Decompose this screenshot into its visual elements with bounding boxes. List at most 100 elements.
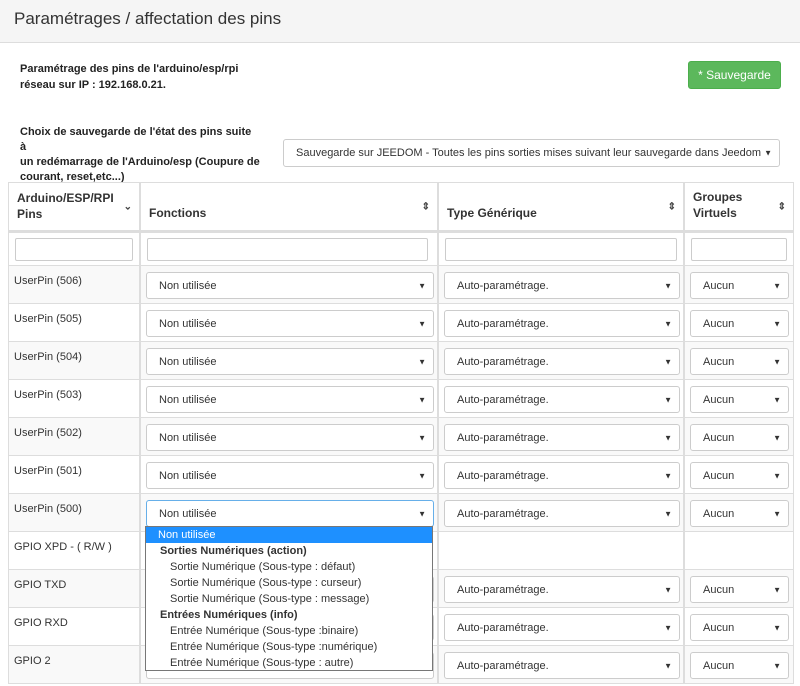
fonction-select[interactable]: Non utilisée ▼	[146, 272, 434, 299]
table-cell: Auto-paramétrage. ▼	[438, 570, 684, 608]
type-select[interactable]: Auto-paramétrage. ▼	[444, 614, 680, 641]
pin-name: UserPin (502)	[14, 427, 82, 439]
col-header-type-label: Type Générique	[447, 206, 537, 220]
col-header-groupes[interactable]: Groupes Virtuels ⇕	[684, 182, 794, 232]
table-cell: Non utilisée ▼	[140, 456, 438, 494]
type-select[interactable]: Auto-paramétrage. ▼	[444, 386, 680, 413]
table-cell: Aucun ▼	[684, 456, 794, 494]
table-cell: UserPin (502)	[8, 418, 140, 456]
chevron-down-icon: ▼	[773, 623, 781, 632]
pin-name: UserPin (504)	[14, 351, 82, 363]
groupe-select[interactable]: Aucun ▼	[690, 462, 789, 489]
col-header-fonctions-label: Fonctions	[149, 206, 207, 220]
chevron-down-icon: ▼	[773, 281, 781, 290]
table-cell: Non utilisée ▼	[140, 266, 438, 304]
table-cell: Auto-paramétrage. ▼	[438, 494, 684, 532]
table-row: UserPin (503) Non utilisée ▼ Auto-paramétra…	[8, 380, 794, 418]
intro-line-1: Paramétrage des pins de l'arduino/esp/rp…	[20, 63, 239, 75]
type-select[interactable]: Auto-paramétrage. ▼	[444, 424, 680, 451]
table-cell: UserPin (500)	[8, 494, 140, 532]
col-header-type[interactable]: Type Générique ⇕	[438, 182, 684, 232]
table-row: UserPin (506) Non utilisée ▼ Auto-paramétra…	[8, 266, 794, 304]
pin-name: GPIO RXD	[14, 617, 68, 629]
col-header-fonctions[interactable]: Fonctions ⇕	[140, 182, 438, 232]
filter-fonctions-input[interactable]	[147, 238, 428, 261]
type-select[interactable]: Auto-paramétrage. ▼	[444, 272, 680, 299]
col-header-pins[interactable]: Arduino/ESP/RPI Pins ⌄	[8, 182, 140, 232]
chevron-down-icon: ▼	[418, 433, 426, 442]
groupe-select[interactable]: Aucun ▼	[690, 614, 789, 641]
chevron-down-icon: ▼	[664, 471, 672, 480]
type-value: Auto-paramétrage.	[457, 469, 549, 482]
chevron-down-icon: ▼	[664, 357, 672, 366]
fonction-select[interactable]: Non utilisée ▼	[146, 424, 434, 451]
groupe-select[interactable]: Aucun ▼	[690, 386, 789, 413]
type-select[interactable]: Auto-paramétrage. ▼	[444, 500, 680, 527]
filter-pins-input[interactable]	[15, 238, 133, 261]
groupe-value: Aucun	[703, 393, 735, 406]
fonction-select[interactable]: Non utilisée ▼	[146, 348, 434, 375]
table-cell: GPIO 2	[8, 646, 140, 684]
chevron-down-icon: ▼	[664, 433, 672, 442]
save-choice-value: Sauvegarde sur JEEDOM - Toutes les pins …	[296, 147, 762, 159]
groupe-select[interactable]: Aucun ▼	[690, 576, 789, 603]
dropdown-option[interactable]: Sortie Numérique (Sous-type : défaut)	[146, 559, 432, 575]
dropdown-option[interactable]: Entrée Numérique (Sous-type : autre)	[146, 655, 432, 671]
chevron-down-icon: ▼	[773, 433, 781, 442]
filter-cell	[438, 232, 684, 266]
filter-type-input[interactable]	[445, 238, 677, 261]
table-cell: Auto-paramétrage. ▼	[438, 342, 684, 380]
groupe-select[interactable]: Aucun ▼	[690, 652, 789, 679]
table-cell: UserPin (504)	[8, 342, 140, 380]
dropdown-option[interactable]: Sortie Numérique (Sous-type : message)	[146, 591, 432, 607]
type-value: Auto-paramétrage.	[457, 355, 549, 368]
fonction-value: Non utilisée	[159, 317, 217, 330]
type-select[interactable]: Auto-paramétrage. ▼	[444, 310, 680, 337]
type-select[interactable]: Auto-paramétrage. ▼	[444, 576, 680, 603]
filter-groupes-input[interactable]	[691, 238, 787, 261]
dropdown-option[interactable]: Entrée Numérique (Sous-type :numérique)	[146, 639, 432, 655]
type-value: Auto-paramétrage.	[457, 583, 549, 596]
type-value: Auto-paramétrage.	[457, 279, 549, 292]
fonction-select[interactable]: Non utilisée ▼	[146, 310, 434, 337]
pin-name: UserPin (503)	[14, 389, 82, 401]
type-select[interactable]: Auto-paramétrage. ▼	[444, 462, 680, 489]
pin-name: UserPin (501)	[14, 465, 82, 477]
table-cell: GPIO XPD - ( R/W )	[8, 532, 140, 570]
groupe-select[interactable]: Aucun ▼	[690, 310, 789, 337]
table-cell: Auto-paramétrage. ▼	[438, 456, 684, 494]
sort-icon: ⇕	[421, 201, 430, 212]
chevron-down-icon: ▼	[664, 319, 672, 328]
groupe-select[interactable]: Aucun ▼	[690, 500, 789, 527]
fonction-select[interactable]: Non utilisée ▼	[146, 500, 434, 527]
fonction-select[interactable]: Non utilisée ▼	[146, 462, 434, 489]
sort-icon: ⇕	[777, 201, 786, 212]
groupe-select[interactable]: Aucun ▼	[690, 348, 789, 375]
groupe-select[interactable]: Aucun ▼	[690, 424, 789, 451]
type-select[interactable]: Auto-paramétrage. ▼	[444, 652, 680, 679]
col-header-pins-line-1: Arduino/ESP/RPI	[17, 191, 114, 205]
table-cell	[438, 532, 684, 570]
table-cell: Non utilisée ▼	[140, 418, 438, 456]
save-choice-select[interactable]: Sauvegarde sur JEEDOM - Toutes les pins …	[283, 139, 780, 167]
dropdown-option-non-utilisee[interactable]: Non utilisée	[146, 527, 432, 543]
pin-name: UserPin (500)	[14, 503, 82, 515]
pin-name: GPIO TXD	[14, 579, 67, 591]
groupe-select[interactable]: Aucun ▼	[690, 272, 789, 299]
table-cell	[684, 532, 794, 570]
chevron-down-icon: ▼	[664, 661, 672, 670]
save-button[interactable]: * Sauvegarde	[688, 61, 781, 89]
type-value: Auto-paramétrage.	[457, 659, 549, 672]
chevron-down-icon: ▼	[773, 509, 781, 518]
groupe-value: Aucun	[703, 659, 735, 672]
fonction-select[interactable]: Non utilisée ▼	[146, 386, 434, 413]
dropdown-option[interactable]: Entrée Numérique (Sous-type :binaire)	[146, 623, 432, 639]
dropdown-option[interactable]: Sortie Numérique (Sous-type : curseur)	[146, 575, 432, 591]
dropdown-group-sorties: Sorties Numériques (action)	[160, 545, 307, 557]
table-cell: Auto-paramétrage. ▼	[438, 266, 684, 304]
pin-name: UserPin (506)	[14, 275, 82, 287]
chevron-down-icon: ▼	[664, 623, 672, 632]
table-cell: Non utilisée ▼	[140, 304, 438, 342]
table-cell: Aucun ▼	[684, 418, 794, 456]
type-select[interactable]: Auto-paramétrage. ▼	[444, 348, 680, 375]
